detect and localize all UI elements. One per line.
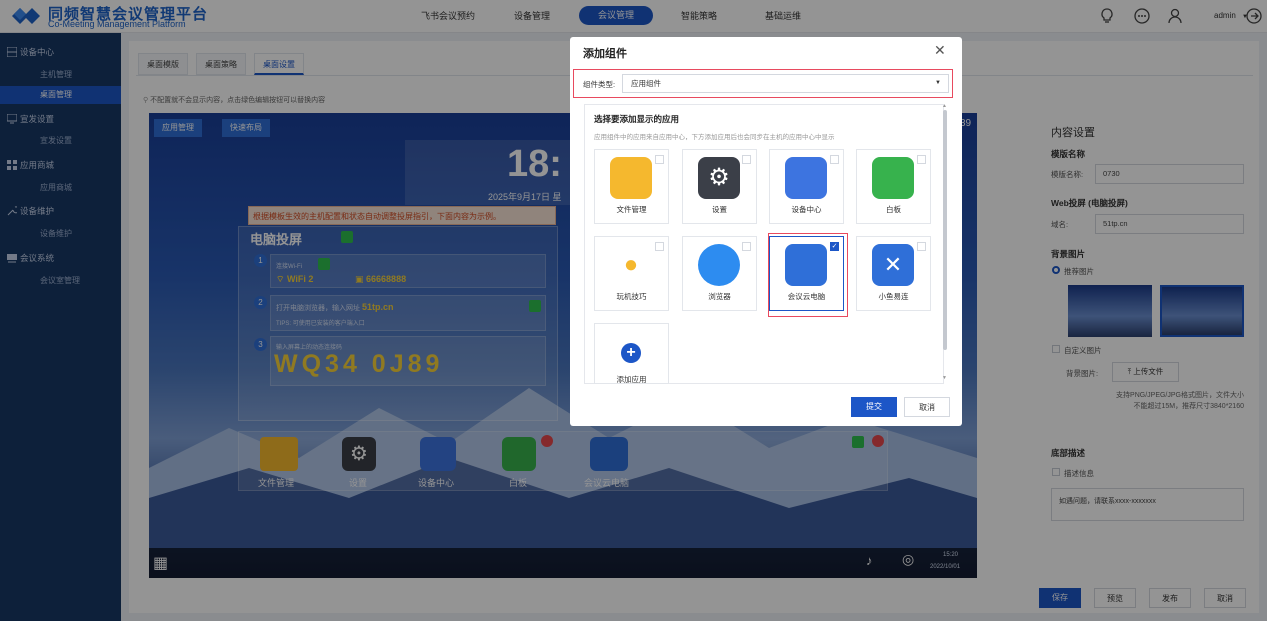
component-type-value: 应用组件 <box>631 79 661 88</box>
add-app-label: 添加应用 <box>616 375 647 384</box>
select-apps-title: 选择要添加显示的应用 <box>594 114 680 124</box>
app-checkbox-browser[interactable] <box>742 242 751 251</box>
scroll-up-icon[interactable]: ▲ <box>942 103 947 109</box>
app-checkbox-files[interactable] <box>655 155 664 164</box>
folder-icon <box>610 157 652 199</box>
modal-scrollbar[interactable] <box>943 110 947 350</box>
app-label-tips: 玩机技巧 <box>616 292 647 301</box>
app-checkbox-whiteboard[interactable] <box>917 155 926 164</box>
chevron-down-icon: ▼ <box>935 80 941 86</box>
app-checkbox-device-center[interactable] <box>830 155 839 164</box>
device-center-icon <box>785 157 827 199</box>
app-label-browser: 浏览器 <box>708 292 731 301</box>
modal-cancel-button[interactable]: 取消 <box>904 397 950 417</box>
component-type-select[interactable]: 应用组件 ▼ <box>622 74 949 93</box>
app-label-device-center: 设备中心 <box>791 205 822 214</box>
app-label-settings: 设置 <box>712 205 727 214</box>
lightbulb-icon: ● <box>610 244 652 286</box>
app-label-files: 文件管理 <box>616 205 647 214</box>
xiaoyu-icon: ✕ <box>872 244 914 286</box>
close-icon[interactable]: ✕ <box>934 42 946 59</box>
app-checkbox-settings[interactable] <box>742 155 751 164</box>
submit-button[interactable]: 提交 <box>851 397 897 417</box>
app-checkbox-xiaoyu[interactable] <box>917 242 926 251</box>
whiteboard-icon <box>872 157 914 199</box>
component-type-label: 组件类型: <box>583 80 616 89</box>
app-label-whiteboard: 白板 <box>886 205 901 214</box>
app-label-xiaoyu: 小鱼易连 <box>878 292 909 301</box>
scroll-down-icon[interactable]: ▼ <box>942 375 947 381</box>
select-apps-desc: 应用组件中的应用来自应用中心，下方添加应用后也会同步在主机的应用中心中显示 <box>594 134 835 141</box>
selected-highlight-frame <box>768 233 848 317</box>
plus-icon: + <box>621 343 641 363</box>
modal-title: 添加组件 <box>583 48 627 60</box>
browser-icon <box>698 244 740 286</box>
app-checkbox-tips[interactable] <box>655 242 664 251</box>
settings-icon: ⚙ <box>698 157 740 199</box>
